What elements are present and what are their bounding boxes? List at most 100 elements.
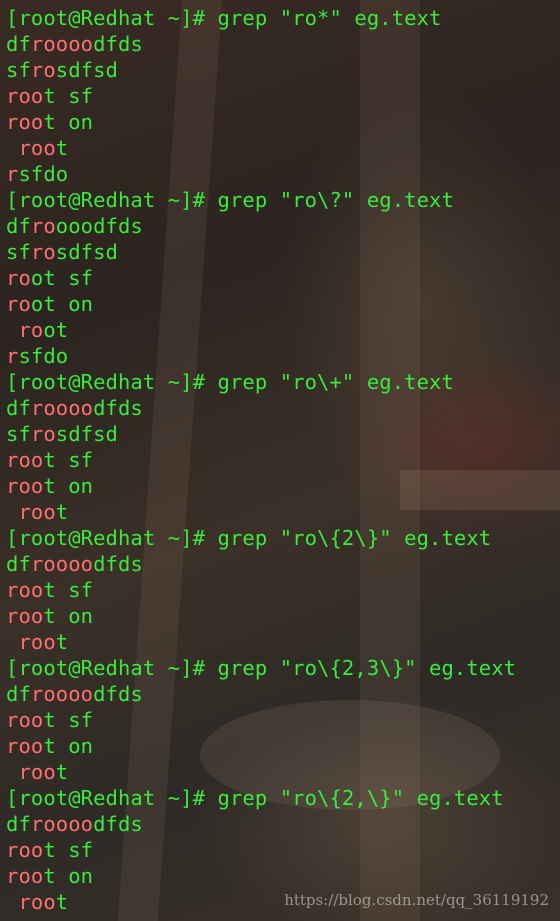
output-text: df — [6, 396, 31, 420]
watermark: https://blog.csdn.net/qq_36119192 — [284, 891, 549, 909]
output-text: df — [6, 552, 31, 576]
output-line: root sf — [6, 707, 560, 733]
grep-match-highlight: roo — [6, 708, 44, 732]
output-line: root on — [6, 473, 560, 499]
grep-match-highlight: roo — [6, 838, 44, 862]
output-text: t on — [43, 110, 94, 134]
output-text: sdfsd — [55, 422, 118, 446]
output-text: ot sf — [30, 266, 94, 290]
output-text: t sf — [43, 84, 94, 108]
output-line: root — [6, 499, 560, 525]
terminal-output: [root@Redhat ~]# grep "ro*" eg.text dfroo… — [6, 5, 560, 915]
output-line: root — [6, 135, 560, 161]
grep-match-highlight: roo — [6, 604, 44, 628]
output-text: dfds — [93, 812, 143, 836]
output-line: dfroooodfds — [6, 681, 560, 707]
output-text: t sf — [43, 838, 94, 862]
output-text: dfds — [93, 682, 143, 706]
output-line: root — [6, 629, 560, 655]
output-line: root on — [6, 733, 560, 759]
output-line: root on — [6, 603, 560, 629]
output-text: t sf — [43, 448, 94, 472]
grep-match-highlight: roo — [6, 110, 44, 134]
output-text: ooodfds — [55, 214, 143, 238]
shell-prompt-line: [root@Redhat ~]# grep "ro\{2,3\}" eg.tex… — [6, 655, 560, 681]
output-text: t — [55, 500, 69, 524]
output-text: t — [55, 136, 69, 160]
grep-match-highlight: roo — [6, 84, 44, 108]
grep-match-highlight: roo — [18, 760, 56, 784]
output-text: ot — [43, 318, 69, 342]
output-text: sdfsd — [55, 58, 118, 82]
grep-match-highlight: r — [6, 162, 19, 186]
grep-match-highlight: roo — [6, 448, 44, 472]
output-text: sdfsd — [55, 240, 118, 264]
grep-match-highlight: r — [6, 344, 19, 368]
grep-match-highlight: roooo — [30, 32, 94, 56]
output-text: df — [6, 682, 31, 706]
output-line: dfroooodfds — [6, 811, 560, 837]
output-text: [root@Redhat ~]# grep "ro\{2,\}" eg.text — [6, 786, 504, 810]
shell-prompt-line: [root@Redhat ~]# grep "ro\+" eg.text — [6, 369, 560, 395]
output-text: sfdo — [18, 344, 69, 368]
output-text: t — [55, 630, 69, 654]
output-line: root on — [6, 863, 560, 889]
output-text: df — [6, 812, 31, 836]
output-text: dfds — [93, 32, 143, 56]
output-line: sfrosdfsd — [6, 421, 560, 447]
grep-match-highlight: roo — [18, 890, 56, 914]
terminal-window[interactable]: [root@Redhat ~]# grep "ro*" eg.text dfroo… — [0, 0, 560, 921]
output-text: dfds — [93, 552, 143, 576]
output-text: t on — [43, 474, 94, 498]
grep-match-highlight: roo — [6, 864, 44, 888]
output-text: [root@Redhat ~]# grep "ro*" eg.text — [6, 6, 442, 30]
grep-match-highlight: ro — [6, 266, 31, 290]
grep-match-highlight: roo — [18, 630, 56, 654]
output-line: rsfdo — [6, 343, 560, 369]
output-text: [root@Redhat ~]# grep "ro\+" eg.text — [6, 370, 454, 394]
output-text: sf — [6, 422, 31, 446]
output-line: root sf — [6, 577, 560, 603]
output-line: rsfdo — [6, 161, 560, 187]
output-line: root sf — [6, 837, 560, 863]
output-line: root sf — [6, 447, 560, 473]
output-line: root on — [6, 291, 560, 317]
shell-prompt-line: [root@Redhat ~]# grep "ro\{2,\}" eg.text — [6, 785, 560, 811]
grep-match-highlight: roooo — [30, 812, 94, 836]
grep-match-highlight: roo — [6, 474, 44, 498]
grep-match-highlight: ro — [30, 214, 56, 238]
output-line: root on — [6, 109, 560, 135]
grep-match-highlight: roo — [18, 500, 56, 524]
grep-match-highlight: roooo — [30, 396, 94, 420]
grep-match-highlight: roooo — [30, 552, 94, 576]
output-line: sfrosdfsd — [6, 57, 560, 83]
grep-match-highlight: roo — [6, 734, 44, 758]
output-text: dfds — [93, 396, 143, 420]
output-text: t — [55, 890, 69, 914]
output-text: t sf — [43, 578, 94, 602]
output-text: t on — [43, 604, 94, 628]
output-text: [root@Redhat ~]# grep "ro\?" eg.text — [6, 188, 454, 212]
output-line: dfroooodfds — [6, 551, 560, 577]
output-line: sfrosdfsd — [6, 239, 560, 265]
output-line: dfroooodfds — [6, 31, 560, 57]
output-line: dfroooodfds — [6, 395, 560, 421]
grep-match-highlight: ro — [30, 240, 56, 264]
output-text: [root@Redhat ~]# grep "ro\{2\}" eg.text — [6, 526, 492, 550]
output-text: sf — [6, 58, 31, 82]
shell-prompt-line: [root@Redhat ~]# grep "ro\{2\}" eg.text — [6, 525, 560, 551]
output-line: root — [6, 317, 560, 343]
grep-match-highlight: ro — [18, 318, 44, 342]
output-text: t on — [43, 864, 94, 888]
grep-match-highlight: ro — [30, 422, 56, 446]
shell-prompt-line: [root@Redhat ~]# grep "ro\?" eg.text — [6, 187, 560, 213]
output-text: ot on — [30, 292, 94, 316]
output-line: root — [6, 759, 560, 785]
grep-match-highlight: roooo — [30, 682, 94, 706]
output-line: root sf — [6, 83, 560, 109]
